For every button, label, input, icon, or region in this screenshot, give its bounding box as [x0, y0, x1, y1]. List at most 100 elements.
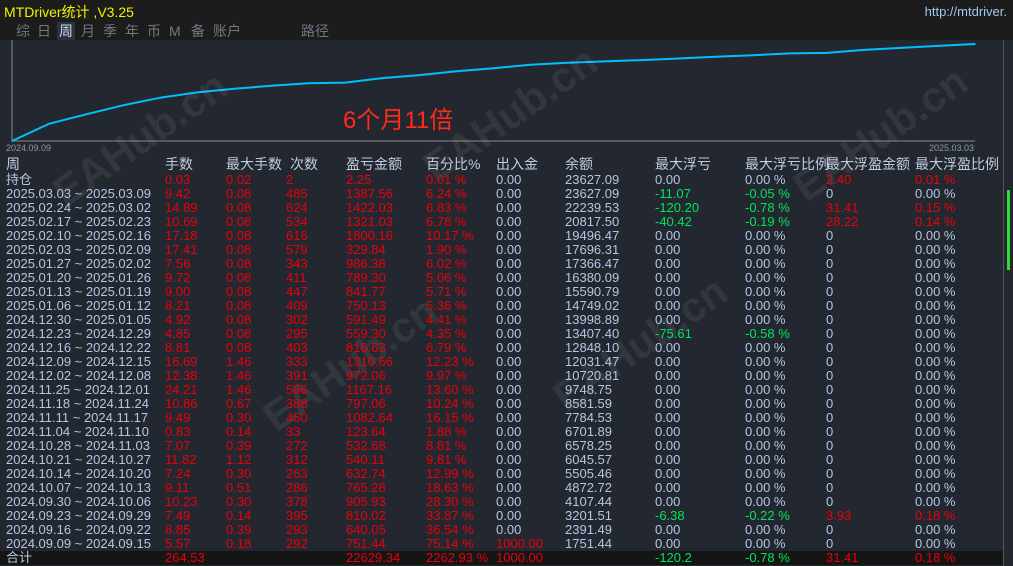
tab-7[interactable]: M [167, 22, 183, 40]
equity-point [492, 67, 495, 70]
cell-手数: 7.24 [165, 466, 191, 481]
cell-最大浮亏比例: 0.00 % [745, 410, 786, 425]
scrollbar[interactable] [1003, 40, 1013, 566]
cell-最大浮盈比例: 0.00 % [915, 228, 956, 243]
table-row[interactable]: 2025.01.27 ~ 2025.02.02 7.56 0.08 343 986.38… [0, 257, 1005, 271]
cell-盈亏金额: 841.77 [346, 284, 386, 299]
column-header[interactable]: 手数 [165, 156, 193, 172]
table-row[interactable]: 2024.12.02 ~ 2024.12.08 12.38 1.46 391 972.0… [0, 369, 1005, 383]
scrollbar-thumb[interactable] [1007, 190, 1010, 270]
table-row[interactable]: 2024.11.11 ~ 2024.11.17 9.49 0.30 450 1082.6… [0, 411, 1005, 425]
cell-最大浮亏比例: -0.78 % [745, 550, 790, 565]
table-row[interactable]: 2024.11.04 ~ 2024.11.10 0.83 0.14 33 123.64 1… [0, 425, 1005, 439]
cell-手数: 10.69 [165, 214, 198, 229]
table-row[interactable]: 2025.02.10 ~ 2025.02.16 17.18 0.08 616 1800.… [0, 229, 1005, 243]
column-header[interactable]: 最大浮亏比例 [745, 156, 829, 172]
cell-最大浮亏: -11.07 [655, 186, 691, 201]
column-header[interactable]: 余额 [565, 156, 593, 172]
equity-point [122, 104, 124, 107]
cell-次数: 292 [286, 536, 308, 551]
table-row[interactable]: 2024.09.09 ~ 2024.09.15 5.57 0.18 292 751.44… [0, 537, 1005, 551]
table-row[interactable]: 2024.10.28 ~ 2024.11.03 7.07 0.39 272 532.68… [0, 439, 1005, 453]
column-header[interactable]: 最大浮盈比例 [915, 156, 999, 172]
tab-8[interactable]: 备 [189, 22, 207, 40]
column-header[interactable]: 次数 [290, 156, 318, 172]
column-header[interactable]: 百分比% [426, 156, 480, 172]
column-header[interactable]: 周 [6, 156, 20, 172]
tab-4[interactable]: 季 [101, 22, 119, 40]
table-row[interactable]: 2024.10.07 ~ 2024.10.13 9.11 0.51 286 765.28… [0, 481, 1005, 495]
tab-3[interactable]: 月 [79, 22, 97, 40]
table-row[interactable]: 2024.12.30 ~ 2025.01.05 4.92 0.08 302 591.49… [0, 313, 1005, 327]
cell-最大手数: 0.14 [226, 424, 252, 439]
cell-次数: 286 [286, 480, 308, 495]
cell-周: 2024.09.30 ~ 2024.10.06 [6, 494, 151, 509]
table-row[interactable]: 2024.10.14 ~ 2024.10.20 7.24 0.30 263 632.74… [0, 467, 1005, 481]
table-row[interactable]: 2025.01.06 ~ 2025.01.12 8.21 0.08 409 750.13… [0, 299, 1005, 313]
cell-最大浮亏: -120.20 [655, 200, 700, 215]
cell-最大浮亏比例: -0.05 % [745, 186, 790, 201]
column-header[interactable]: 出入金 [496, 156, 538, 172]
cell-手数: 11.82 [165, 452, 197, 467]
cell-最大手数: 0.08 [226, 200, 252, 215]
tab-9[interactable]: 账户 [211, 22, 243, 40]
table-row[interactable]: 2024.09.16 ~ 2024.09.22 8.85 0.39 293 640.05… [0, 523, 1005, 537]
cell-最大浮盈比例: 0.00 % [915, 186, 956, 201]
cell-百分比%: 28.30 % [426, 494, 474, 509]
cell-次数: 586 [286, 382, 308, 397]
cell-周: 2024.12.09 ~ 2024.12.15 [6, 354, 151, 369]
website-link[interactable]: http://mtdriver. [925, 4, 1007, 19]
table-row[interactable]: 2024.10.21 ~ 2024.10.27 11.82 1.12 312 540.1… [0, 453, 1005, 467]
table-row[interactable]: 2025.01.13 ~ 2025.01.19 9.00 0.08 447 841.77… [0, 285, 1005, 299]
table-row[interactable]: 2025.01.20 ~ 2025.01.26 9.72 0.08 411 789.30… [0, 271, 1005, 285]
cell-最大浮盈金额: 31.41 [826, 550, 859, 565]
tab-6[interactable]: 币 [145, 22, 163, 40]
cell-最大浮盈金额: 0 [826, 410, 834, 425]
cell-最大手数: 0.18 [226, 536, 252, 551]
cell-次数: 579 [286, 242, 308, 257]
table-row[interactable]: 2024.12.09 ~ 2024.12.15 16.69 1.46 333 1310.… [0, 355, 1005, 369]
column-header[interactable]: 最大手数 [226, 156, 282, 172]
cell-最大浮盈金额: 0 [826, 326, 834, 341]
cell-最大浮盈金额: 0 [826, 312, 834, 327]
cell-最大浮亏: 0.00 [655, 494, 681, 509]
table-row[interactable]: 2024.11.18 ~ 2024.11.24 10.86 0.67 388 797.0… [0, 397, 1005, 411]
tab-2[interactable]: 周 [57, 22, 75, 40]
table-row[interactable]: 2025.02.24 ~ 2025.03.02 14.89 0.08 624 1422.… [0, 201, 1005, 215]
table-header: 周 手数 最大手数 次数 盈亏金额 百分比% 出入金 余额 最大浮亏 最大浮亏比例 最大浮盈金额 最大… [0, 156, 1005, 172]
table-row[interactable]: 2025.02.03 ~ 2025.02.09 17.41 0.08 579 329.8… [0, 243, 1005, 257]
cell-出入金: 0.00 [496, 508, 522, 523]
cell-最大浮亏: 0.00 [655, 480, 681, 495]
column-header[interactable]: 盈亏金额 [346, 156, 402, 172]
table-row[interactable]: 2025.02.17 ~ 2025.02.23 10.69 0.08 534 1321.… [0, 215, 1005, 229]
cell-手数: 24.21 [165, 382, 198, 397]
cell-百分比%: 6.78 % [426, 214, 467, 229]
cell-次数: 302 [286, 312, 308, 327]
table-row[interactable]: 2025.03.03 ~ 2025.03.09 9.42 0.08 485 1387.5… [0, 187, 1005, 201]
tab-5[interactable]: 年 [123, 22, 141, 40]
equity-point [826, 52, 828, 54]
equity-point [233, 87, 236, 90]
table-row[interactable]: 2024.09.30 ~ 2024.10.06 10.23 0.30 378 905.9… [0, 495, 1005, 509]
cell-最大浮盈比例: 0.00 % [915, 396, 956, 411]
equity-chart: 2024.09.09 2025.03.03 [6, 40, 976, 153]
table-row[interactable]: 2024.09.23 ~ 2024.09.29 7.49 0.14 395 810.02… [0, 509, 1005, 523]
equity-point [566, 61, 569, 64]
cell-最大浮盈比例: 0.00 % [915, 270, 956, 285]
cell-百分比%: 4.35 % [426, 326, 467, 341]
cell-最大手数: 0.30 [226, 410, 252, 425]
table-row[interactable]: 2024.11.25 ~ 2024.12.01 24.21 1.46 586 1167.… [0, 383, 1005, 397]
column-header[interactable]: 最大浮亏 [655, 156, 711, 172]
tab-1[interactable]: 日 [35, 22, 53, 40]
column-header[interactable]: 最大浮盈金额 [826, 156, 910, 172]
tab-10[interactable]: 路径 [299, 22, 331, 40]
cell-余额: 6045.57 [565, 452, 612, 467]
cell-最大浮亏: 0.00 [655, 536, 681, 551]
tab-0[interactable]: 综 [14, 22, 32, 40]
cell-最大手数: 1.12 [226, 452, 252, 467]
table-row[interactable]: 2024.12.16 ~ 2024.12.22 8.81 0.08 403 816.63… [0, 341, 1005, 355]
table-row[interactable]: 2024.12.23 ~ 2024.12.29 4.85 0.08 295 559.30… [0, 327, 1005, 341]
chart-annotation: 6个月11倍 [343, 107, 454, 134]
table-row[interactable]: 持仓 0.03 0.02 2 2.25 0.01 % 0.00 23627.09 0.00 0.0… [0, 173, 1005, 187]
cell-余额: 13998.89 [565, 312, 620, 327]
